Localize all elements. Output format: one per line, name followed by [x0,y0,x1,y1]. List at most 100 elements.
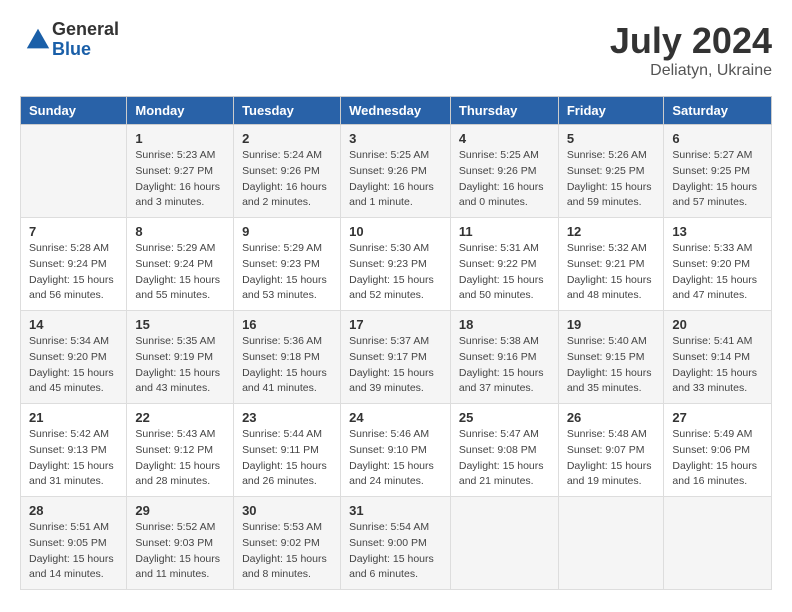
day-number: 2 [242,131,332,146]
week-row-4: 21 Sunrise: 5:42 AMSunset: 9:13 PMDayligh… [21,404,772,497]
calendar-table: SundayMondayTuesdayWednesdayThursdayFrid… [20,96,772,590]
day-info: Sunrise: 5:46 AMSunset: 9:10 PMDaylight:… [349,428,434,487]
day-number: 21 [29,410,118,425]
day-info: Sunrise: 5:29 AMSunset: 9:24 PMDaylight:… [135,242,220,301]
day-info: Sunrise: 5:26 AMSunset: 9:25 PMDaylight:… [567,149,652,208]
day-info: Sunrise: 5:47 AMSunset: 9:08 PMDaylight:… [459,428,544,487]
day-number: 11 [459,224,550,239]
day-number: 30 [242,503,332,518]
calendar-header-row: SundayMondayTuesdayWednesdayThursdayFrid… [21,97,772,125]
location-title: Deliatyn, Ukraine [610,62,772,80]
day-cell: 30 Sunrise: 5:53 AMSunset: 9:02 PMDayligh… [234,497,341,590]
day-cell: 3 Sunrise: 5:25 AMSunset: 9:26 PMDaylight… [341,125,451,218]
day-number: 13 [672,224,763,239]
day-cell: 7 Sunrise: 5:28 AMSunset: 9:24 PMDaylight… [21,218,127,311]
day-info: Sunrise: 5:54 AMSunset: 9:00 PMDaylight:… [349,521,434,580]
day-number: 12 [567,224,656,239]
day-cell: 13Sunrise: 5:33 AMSunset: 9:20 PMDayligh… [664,218,772,311]
logo-text: General Blue [52,20,119,60]
title-block: July 2024 Deliatyn, Ukraine [610,20,772,80]
day-cell: 10Sunrise: 5:30 AMSunset: 9:23 PMDayligh… [341,218,451,311]
day-info: Sunrise: 5:48 AMSunset: 9:07 PMDaylight:… [567,428,652,487]
day-cell: 9 Sunrise: 5:29 AMSunset: 9:23 PMDaylight… [234,218,341,311]
day-number: 10 [349,224,442,239]
day-cell: 15 Sunrise: 5:35 AMSunset: 9:19 PMDayligh… [127,311,234,404]
day-cell: 17Sunrise: 5:37 AMSunset: 9:17 PMDayligh… [341,311,451,404]
day-cell: 5 Sunrise: 5:26 AMSunset: 9:25 PMDaylight… [558,125,664,218]
day-number: 4 [459,131,550,146]
day-cell: 22 Sunrise: 5:43 AMSunset: 9:12 PMDayligh… [127,404,234,497]
day-number: 28 [29,503,118,518]
day-cell: 1Sunrise: 5:23 AMSunset: 9:27 PMDaylight… [127,125,234,218]
day-number: 18 [459,317,550,332]
day-info: Sunrise: 5:28 AMSunset: 9:24 PMDaylight:… [29,242,114,301]
week-row-1: 1Sunrise: 5:23 AMSunset: 9:27 PMDaylight… [21,125,772,218]
day-info: Sunrise: 5:29 AMSunset: 9:23 PMDaylight:… [242,242,327,301]
day-cell: 4 Sunrise: 5:25 AMSunset: 9:26 PMDaylight… [450,125,558,218]
day-cell [558,497,664,590]
day-info: Sunrise: 5:52 AMSunset: 9:03 PMDaylight:… [135,521,220,580]
day-info: Sunrise: 5:24 AMSunset: 9:26 PMDaylight:… [242,149,327,208]
day-info: Sunrise: 5:40 AMSunset: 9:15 PMDaylight:… [567,335,652,394]
day-cell: 21 Sunrise: 5:42 AMSunset: 9:13 PMDayligh… [21,404,127,497]
day-info: Sunrise: 5:25 AMSunset: 9:26 PMDaylight:… [459,149,544,208]
day-cell: 6Sunrise: 5:27 AMSunset: 9:25 PMDaylight… [664,125,772,218]
day-number: 3 [349,131,442,146]
day-info: Sunrise: 5:51 AMSunset: 9:05 PMDaylight:… [29,521,114,580]
day-cell: 25 Sunrise: 5:47 AMSunset: 9:08 PMDayligh… [450,404,558,497]
week-row-5: 28 Sunrise: 5:51 AMSunset: 9:05 PMDayligh… [21,497,772,590]
day-number: 22 [135,410,225,425]
day-cell: 23Sunrise: 5:44 AMSunset: 9:11 PMDayligh… [234,404,341,497]
day-number: 27 [672,410,763,425]
day-number: 19 [567,317,656,332]
day-number: 9 [242,224,332,239]
header-saturday: Saturday [664,97,772,125]
day-cell: 26 Sunrise: 5:48 AMSunset: 9:07 PMDayligh… [558,404,664,497]
day-number: 25 [459,410,550,425]
day-number: 29 [135,503,225,518]
header-thursday: Thursday [450,97,558,125]
day-number: 8 [135,224,225,239]
day-number: 16 [242,317,332,332]
day-info: Sunrise: 5:25 AMSunset: 9:26 PMDaylight:… [349,149,434,208]
header-wednesday: Wednesday [341,97,451,125]
day-cell: 20Sunrise: 5:41 AMSunset: 9:14 PMDayligh… [664,311,772,404]
logo-icon [24,26,52,54]
day-number: 26 [567,410,656,425]
header-friday: Friday [558,97,664,125]
day-cell: 27Sunrise: 5:49 AMSunset: 9:06 PMDayligh… [664,404,772,497]
day-info: Sunrise: 5:43 AMSunset: 9:12 PMDaylight:… [135,428,220,487]
day-info: Sunrise: 5:35 AMSunset: 9:19 PMDaylight:… [135,335,220,394]
day-info: Sunrise: 5:44 AMSunset: 9:11 PMDaylight:… [242,428,327,487]
day-cell: 19 Sunrise: 5:40 AMSunset: 9:15 PMDayligh… [558,311,664,404]
logo-blue: Blue [52,40,119,60]
day-cell: 28 Sunrise: 5:51 AMSunset: 9:05 PMDayligh… [21,497,127,590]
day-cell: 16 Sunrise: 5:36 AMSunset: 9:18 PMDayligh… [234,311,341,404]
day-info: Sunrise: 5:38 AMSunset: 9:16 PMDaylight:… [459,335,544,394]
day-info: Sunrise: 5:36 AMSunset: 9:18 PMDaylight:… [242,335,327,394]
day-number: 31 [349,503,442,518]
day-cell: 2 Sunrise: 5:24 AMSunset: 9:26 PMDaylight… [234,125,341,218]
day-cell [664,497,772,590]
day-info: Sunrise: 5:31 AMSunset: 9:22 PMDaylight:… [459,242,544,301]
logo-general: General [52,20,119,40]
day-info: Sunrise: 5:42 AMSunset: 9:13 PMDaylight:… [29,428,114,487]
day-cell: 18 Sunrise: 5:38 AMSunset: 9:16 PMDayligh… [450,311,558,404]
day-number: 5 [567,131,656,146]
day-number: 7 [29,224,118,239]
day-number: 15 [135,317,225,332]
day-info: Sunrise: 5:37 AMSunset: 9:17 PMDaylight:… [349,335,434,394]
day-cell: 14Sunrise: 5:34 AMSunset: 9:20 PMDayligh… [21,311,127,404]
day-info: Sunrise: 5:53 AMSunset: 9:02 PMDaylight:… [242,521,327,580]
day-info: Sunrise: 5:27 AMSunset: 9:25 PMDaylight:… [672,149,757,208]
day-cell: 24Sunrise: 5:46 AMSunset: 9:10 PMDayligh… [341,404,451,497]
day-cell: 8 Sunrise: 5:29 AMSunset: 9:24 PMDaylight… [127,218,234,311]
day-cell [450,497,558,590]
header-monday: Monday [127,97,234,125]
month-title: July 2024 [610,20,772,62]
day-cell: 31 Sunrise: 5:54 AMSunset: 9:00 PMDayligh… [341,497,451,590]
day-cell: 29 Sunrise: 5:52 AMSunset: 9:03 PMDayligh… [127,497,234,590]
day-info: Sunrise: 5:41 AMSunset: 9:14 PMDaylight:… [672,335,757,394]
day-info: Sunrise: 5:34 AMSunset: 9:20 PMDaylight:… [29,335,114,394]
logo: General Blue [20,20,119,60]
